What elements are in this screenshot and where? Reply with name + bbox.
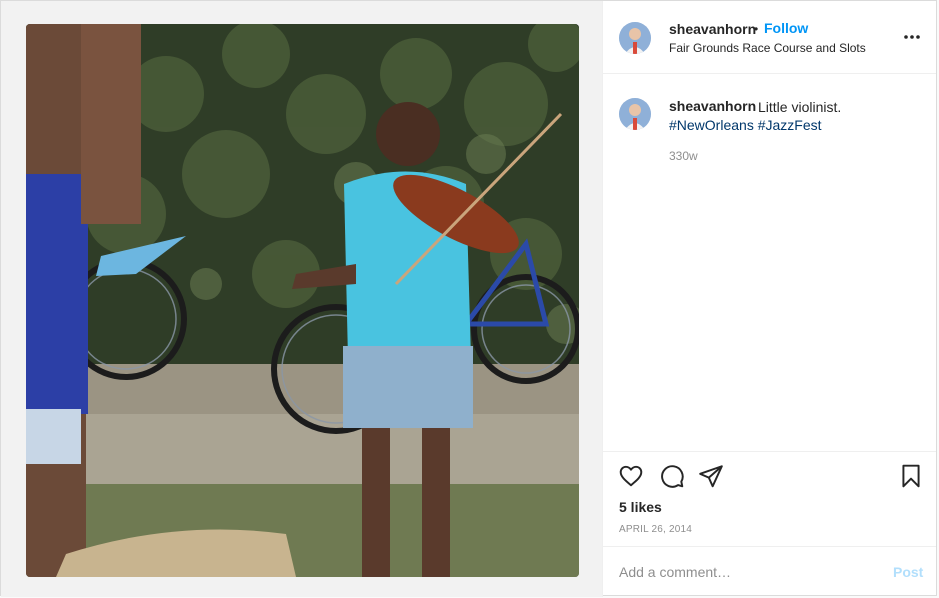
comment-icon[interactable] (659, 463, 685, 489)
post-date: APRIL 26, 2014 (619, 524, 693, 535)
instagram-post: sheavanhorn • Follow Fair Grounds Race C… (0, 0, 937, 597)
comment-input[interactable] (619, 562, 879, 582)
save-icon[interactable] (898, 463, 924, 489)
caption-hashtags: #NewOrleans #JazzFest (669, 117, 822, 133)
more-options-icon[interactable] (903, 29, 921, 45)
caption-text: Little violinist. (758, 99, 842, 115)
caption-avatar[interactable] (619, 98, 651, 130)
post-header: sheavanhorn • Follow Fair Grounds Race C… (603, 1, 936, 74)
header-separator: • (754, 22, 759, 36)
caption-timestamp[interactable]: 330w (669, 149, 698, 163)
comment-bar: Post (603, 546, 936, 597)
likes-count[interactable]: 5 likes (619, 499, 662, 515)
avatar-image (619, 22, 651, 54)
location-link[interactable]: Fair Grounds Race Course and Slots (669, 41, 866, 55)
hashtag-jazzfest[interactable]: #JazzFest (758, 117, 822, 133)
media-pane (1, 1, 603, 597)
photo-illustration (26, 24, 579, 577)
caption-avatar-image (619, 98, 651, 130)
hashtag-neworleans[interactable]: #NewOrleans (669, 117, 754, 133)
heart-icon[interactable] (618, 463, 644, 489)
post-comment-button[interactable]: Post (893, 564, 923, 580)
post-sidebar: sheavanhorn • Follow Fair Grounds Race C… (603, 1, 936, 597)
share-icon[interactable] (698, 463, 724, 489)
follow-button[interactable]: Follow (764, 20, 808, 36)
post-photo[interactable] (26, 24, 579, 577)
header-username[interactable]: sheavanhorn (669, 21, 756, 37)
action-bar: 5 likes APRIL 26, 2014 (603, 451, 936, 546)
caption-username[interactable]: sheavanhorn (669, 98, 756, 114)
avatar[interactable] (619, 22, 651, 54)
